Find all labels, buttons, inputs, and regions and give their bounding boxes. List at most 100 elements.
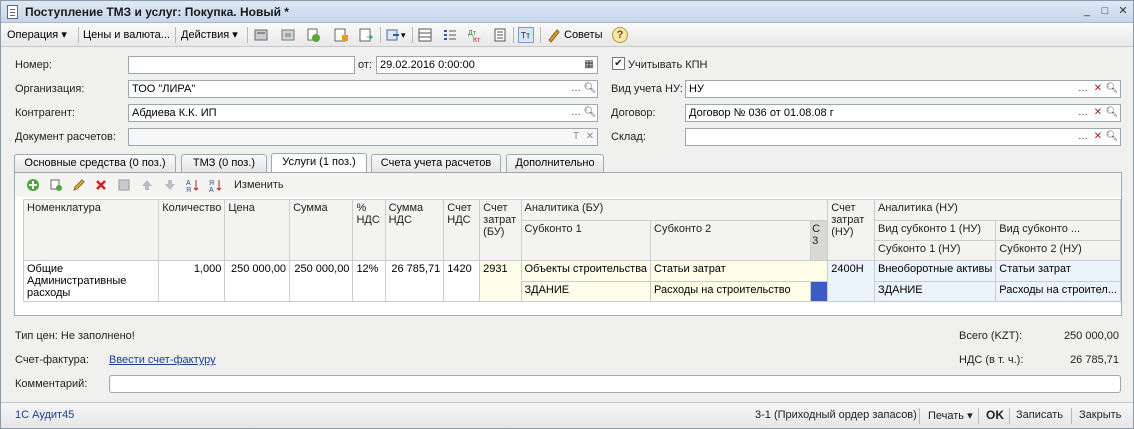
table-row[interactable]: Общие Административные расходы 1,000 250… [22, 260, 1121, 302]
actions-menu[interactable]: Действия ▾ [181, 26, 238, 44]
print-menu[interactable]: Печать ▾ [928, 409, 973, 422]
move-up-icon[interactable] [140, 178, 154, 192]
cell-sum[interactable]: 250 000,00 [289, 260, 354, 302]
cell-subkonto-1[interactable]: ЗДАНИЕ [520, 280, 652, 302]
based-on-icon[interactable] [385, 27, 401, 43]
header-subkonto-2[interactable]: Субконто 2 [650, 220, 812, 261]
calendar-icon[interactable]: ▦ [582, 58, 596, 72]
contract-input[interactable]: Договор № 036 от 01.08.08 г … ✕ 🔍︎ [685, 104, 1121, 122]
clear-icon[interactable]: ✕ [583, 130, 597, 144]
select-ellipsis-icon[interactable]: … [1076, 130, 1090, 144]
select-ellipsis-icon[interactable]: … [569, 106, 583, 120]
post-document-icon[interactable] [253, 27, 269, 43]
warehouse-input[interactable]: … ✕ 🔍︎ [685, 128, 1121, 146]
dropdown-arrow-icon[interactable]: ▾ [401, 26, 406, 44]
header-subkonto-1[interactable]: Субконто 1 [520, 220, 652, 261]
cell-vid-subkonto-2-nu[interactable]: Статьи затрат [995, 260, 1121, 282]
cell-vid-subkonto-1-nu[interactable]: Внеоборотные активы [874, 260, 997, 282]
cell-price[interactable]: 250 000,00 [224, 260, 291, 302]
prices-currency-button[interactable]: Цены и валюта... [83, 26, 170, 44]
order-print-button[interactable]: 3-1 (Приходный ордер запасов) [755, 409, 917, 421]
header-vat-account[interactable]: Счет НДС [443, 199, 481, 261]
journal-icon[interactable] [492, 27, 508, 43]
cell-subkonto-1-type[interactable]: Объекты строительства [520, 260, 652, 282]
structure-icon[interactable] [417, 27, 433, 43]
list-icon[interactable] [442, 27, 458, 43]
date-input[interactable]: 29.02.2016 0:00:00 ▦ [376, 56, 598, 74]
cell-subkonto-1-nu[interactable]: ЗДАНИЕ [874, 280, 997, 302]
header-subkonto-3[interactable]: С 3 [810, 220, 829, 261]
header-quantity[interactable]: Количество [158, 199, 226, 261]
search-icon[interactable]: 🔍︎ [1105, 106, 1119, 120]
header-sum[interactable]: Сумма [289, 199, 354, 261]
header-subkonto-1-nu[interactable]: Субконто 1 (НУ) [874, 240, 997, 261]
header-vid-subkonto-nu[interactable]: Вид субконто ... [995, 220, 1121, 241]
operation-menu[interactable]: Операция ▾ [7, 26, 67, 44]
search-icon[interactable]: 🔍︎ [1105, 130, 1119, 144]
edit-button[interactable]: Изменить [234, 179, 284, 191]
cell-vat-percent[interactable]: 12% [352, 260, 386, 302]
tips-button[interactable]: Советы [564, 26, 602, 44]
cell-nomenclature[interactable]: Общие Административные расходы [22, 260, 160, 302]
add-row-icon[interactable] [26, 178, 40, 192]
type-select-icon[interactable]: T [569, 130, 583, 144]
search-icon[interactable]: 🔍︎ [583, 106, 597, 120]
tab-fixed-assets[interactable]: Основные средства (0 поз.) [14, 154, 176, 173]
cell-subkonto-2-nu[interactable]: Расходы на строител... [995, 280, 1121, 302]
search-icon[interactable]: 🔍︎ [1105, 82, 1119, 96]
select-ellipsis-icon[interactable]: … [1076, 106, 1090, 120]
nu-type-input[interactable]: НУ … ✕ 🔍︎ [685, 80, 1121, 98]
clear-icon[interactable]: ✕ [1091, 106, 1105, 120]
end-editing-icon[interactable] [117, 178, 131, 192]
clear-icon[interactable]: ✕ [1091, 130, 1105, 144]
close-window-button[interactable]: ✕ [1115, 4, 1131, 19]
cell-vat-sum[interactable]: 26 785,71 [384, 260, 445, 302]
sort-descending-icon[interactable]: ЯА [209, 178, 223, 192]
tab-services[interactable]: Услуги (1 поз.) [271, 153, 367, 174]
header-vat-sum[interactable]: Сумма НДС [384, 199, 445, 261]
number-input[interactable] [128, 56, 355, 74]
cell-subkonto-3[interactable] [810, 280, 829, 302]
copy-document-icon[interactable] [305, 27, 321, 43]
tab-inventory[interactable]: ТМЗ (0 поз.) [181, 154, 267, 173]
cell-vat-account[interactable]: 1420 [443, 260, 481, 302]
select-ellipsis-icon[interactable]: … [1076, 82, 1090, 96]
organization-input[interactable]: ТОО "ЛИРА" … 🔍︎ [128, 80, 598, 98]
movements-icon[interactable] [333, 27, 349, 43]
cell-cost-account-nu[interactable]: 2400Н [827, 260, 876, 302]
report-icon[interactable] [358, 27, 374, 43]
cell-subkonto-2[interactable]: Расходы на строительство [650, 280, 812, 302]
header-vid-subkonto-1-nu[interactable]: Вид субконто 1 (НУ) [874, 220, 997, 241]
settlement-doc-input[interactable]: T ✕ [128, 128, 598, 146]
comment-input[interactable] [109, 375, 1121, 393]
delete-row-icon[interactable] [94, 178, 108, 192]
header-subkonto-2-nu[interactable]: Субконто 2 (НУ) [995, 240, 1121, 261]
copy-row-icon[interactable] [49, 178, 63, 192]
search-icon[interactable]: 🔍︎ [583, 82, 597, 96]
text-format-icon[interactable]: Тт [518, 27, 534, 43]
close-button[interactable]: Закрыть [1079, 409, 1121, 421]
header-nomenclature[interactable]: Номенклатура [22, 199, 160, 261]
select-ellipsis-icon[interactable]: … [569, 82, 583, 96]
ok-button[interactable]: OK [986, 408, 1004, 422]
header-vat-percent[interactable]: % НДС [352, 199, 386, 261]
kpn-checkbox[interactable]: ✔ [612, 57, 625, 70]
debit-credit-icon[interactable]: ДтКт [467, 27, 483, 43]
cell-quantity[interactable]: 1,000 [158, 260, 226, 302]
clear-icon[interactable]: ✕ [1091, 82, 1105, 96]
enter-invoice-link[interactable]: Ввести счет-фактуру [109, 354, 216, 366]
cell-cost-account-bu[interactable]: 2931 [479, 260, 522, 302]
save-document-icon[interactable] [280, 27, 296, 43]
edit-row-icon[interactable] [72, 178, 86, 192]
sort-ascending-icon[interactable]: АЯ [186, 178, 200, 192]
minimize-button[interactable]: _ [1079, 4, 1095, 19]
move-down-icon[interactable] [163, 178, 177, 192]
save-button[interactable]: Записать [1016, 409, 1063, 421]
header-cost-account-bu[interactable]: Счет затрат (БУ) [479, 199, 522, 261]
cell-subkonto-2-type[interactable]: Статьи затрат [650, 260, 829, 282]
header-cost-account-nu[interactable]: Счет затрат (НУ) [827, 199, 876, 261]
contractor-input[interactable]: Абдиева К.К. ИП … 🔍︎ [128, 104, 598, 122]
tab-additional[interactable]: Дополнительно [506, 154, 604, 173]
header-price[interactable]: Цена [224, 199, 291, 261]
maximize-button[interactable]: □ [1097, 4, 1113, 19]
